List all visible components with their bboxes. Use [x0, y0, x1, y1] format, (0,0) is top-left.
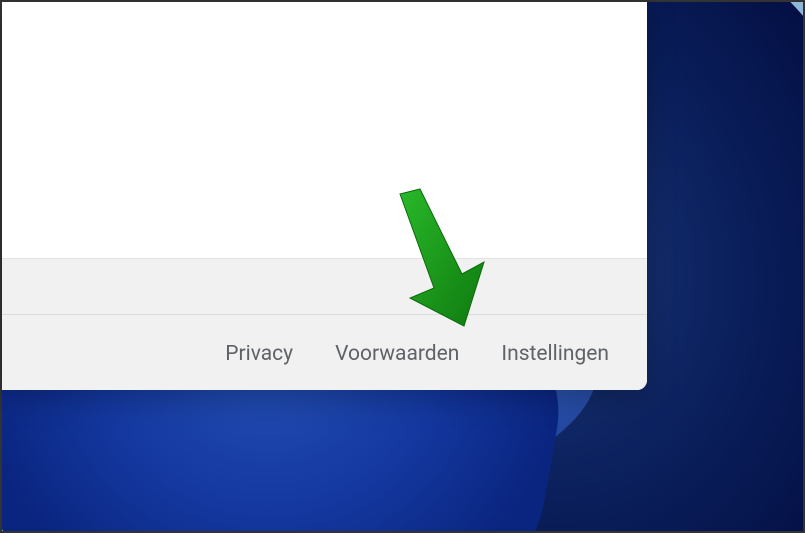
settings-link[interactable]: Instellingen [501, 342, 609, 366]
app-window: Privacy Voorwaarden Instellingen [2, 2, 647, 390]
window-footer: Privacy Voorwaarden Instellingen [2, 258, 647, 390]
window-content-area [2, 2, 647, 258]
footer-links-container: Privacy Voorwaarden Instellingen [225, 342, 609, 366]
terms-link[interactable]: Voorwaarden [335, 342, 459, 366]
privacy-link[interactable]: Privacy [225, 342, 293, 366]
